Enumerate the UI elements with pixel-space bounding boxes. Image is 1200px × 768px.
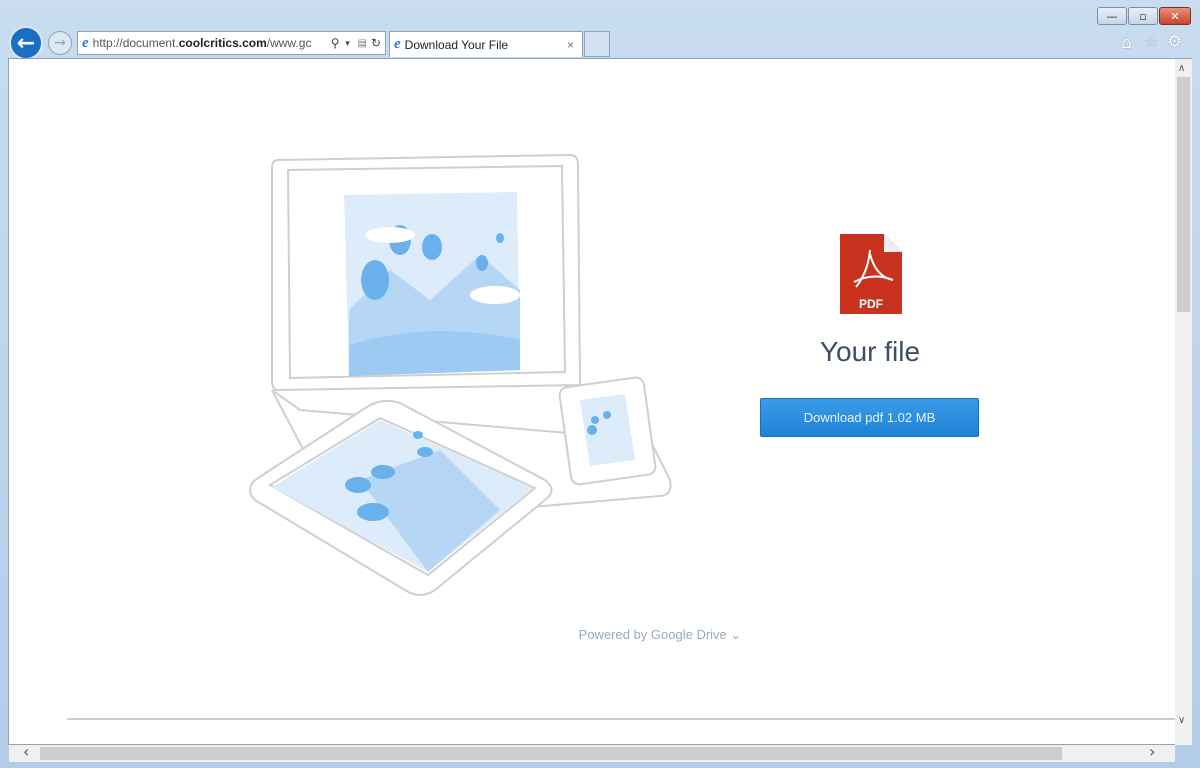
maximize-button[interactable]: ▫ (1128, 7, 1158, 25)
horizontal-scroll-thumb[interactable] (40, 747, 1062, 760)
favorites-icon[interactable]: ☆ (1144, 32, 1159, 52)
scroll-up-button[interactable]: ∧ (1178, 63, 1185, 74)
scroll-left-button[interactable]: ‹ (23, 742, 29, 761)
pdf-file-icon: PDF (840, 234, 902, 314)
download-button[interactable]: Download pdf 1.02 MB (760, 398, 979, 437)
tab-close-icon[interactable]: × (567, 38, 574, 52)
home-icon[interactable]: ⌂ (1121, 33, 1132, 53)
scroll-right-button[interactable]: › (1149, 742, 1155, 761)
svg-text:PDF: PDF (859, 297, 883, 311)
back-button[interactable]: ← (9, 26, 43, 60)
forward-arrow-icon: → (54, 35, 66, 51)
url-domain: coolcritics.com (178, 36, 267, 50)
devices-illustration (249, 153, 672, 596)
chevron-down-icon: ⌄ (730, 627, 742, 642)
close-window-button[interactable]: ✕ (1159, 7, 1191, 25)
settings-icon[interactable]: ⚙ (1167, 32, 1182, 52)
refresh-icon[interactable]: ↻ (371, 36, 381, 50)
vertical-scroll-thumb[interactable] (1177, 77, 1190, 312)
tab-download-your-file[interactable]: e Download Your File × (389, 31, 583, 57)
minimize-button[interactable]: — (1097, 7, 1127, 25)
horizontal-scrollbar[interactable]: ‹ › (9, 742, 1175, 762)
scroll-down-button[interactable]: ∨ (1178, 715, 1185, 726)
dropdown-icon[interactable]: ▼ (344, 39, 352, 48)
address-bar[interactable]: e http://document. coolcritics.com/www.gc… (77, 31, 386, 55)
powered-by-link[interactable]: Powered by Google Drive ⌄ (560, 627, 760, 643)
back-arrow-icon: ← (16, 30, 36, 56)
page-title: Your file (819, 336, 921, 367)
powered-by-text: Powered by Google Drive (578, 627, 727, 642)
url-suffix: /www.gc (266, 36, 312, 50)
vertical-scrollbar[interactable]: ∧ ∨ (1175, 59, 1192, 745)
ie-logo-icon: e (394, 36, 401, 52)
url-prefix: http://document. (92, 36, 179, 50)
new-tab-button[interactable] (584, 31, 610, 57)
tab-title: Download Your File (404, 37, 509, 52)
divider (67, 718, 1175, 720)
compat-view-icon[interactable]: ▤ (357, 38, 366, 49)
search-icon[interactable]: ⚲ (331, 36, 340, 50)
forward-button[interactable]: → (48, 31, 72, 55)
ie-logo-icon: e (82, 34, 89, 51)
